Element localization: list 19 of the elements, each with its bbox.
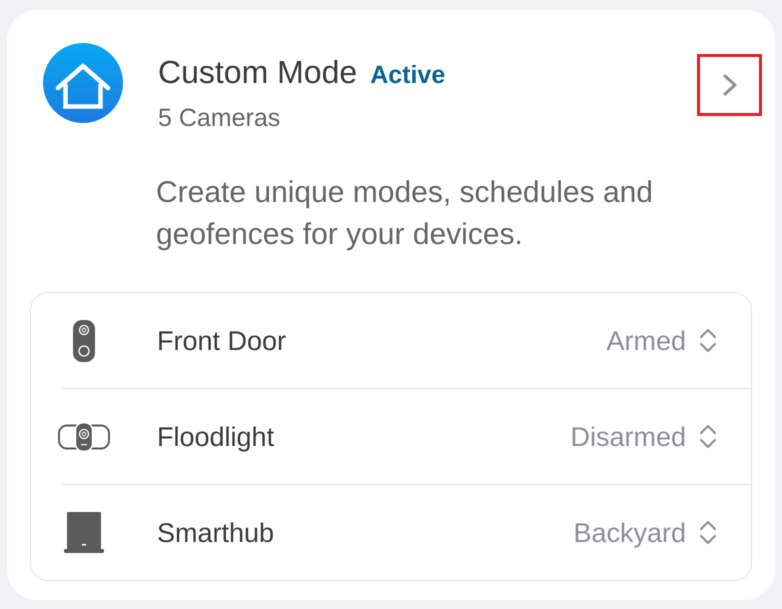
- mode-picker[interactable]: Armed: [606, 324, 718, 356]
- device-name: Smarthub: [157, 516, 274, 548]
- up-down-chevron-icon: [698, 519, 718, 546]
- camera-count: 5 Cameras: [158, 103, 280, 133]
- mode-status: Active: [370, 60, 446, 91]
- doorbell-icon: [73, 320, 95, 362]
- device-name: Front Door: [157, 324, 286, 356]
- mode-title: Custom Mode: [158, 53, 358, 92]
- up-down-chevron-icon: [698, 327, 718, 354]
- house-icon: [43, 43, 123, 123]
- mode-picker[interactable]: Backyard: [573, 516, 718, 548]
- description-text: Create unique modes, schedules and geofences for your devices.: [156, 175, 654, 253]
- up-down-chevron-icon: [698, 423, 718, 450]
- device-name: Floodlight: [157, 420, 274, 452]
- hub-icon: [64, 512, 104, 553]
- floodlight-icon: [58, 422, 110, 452]
- next-button[interactable]: [697, 54, 762, 116]
- chevron-right-icon: [722, 73, 738, 97]
- mode-picker[interactable]: Disarmed: [570, 420, 718, 452]
